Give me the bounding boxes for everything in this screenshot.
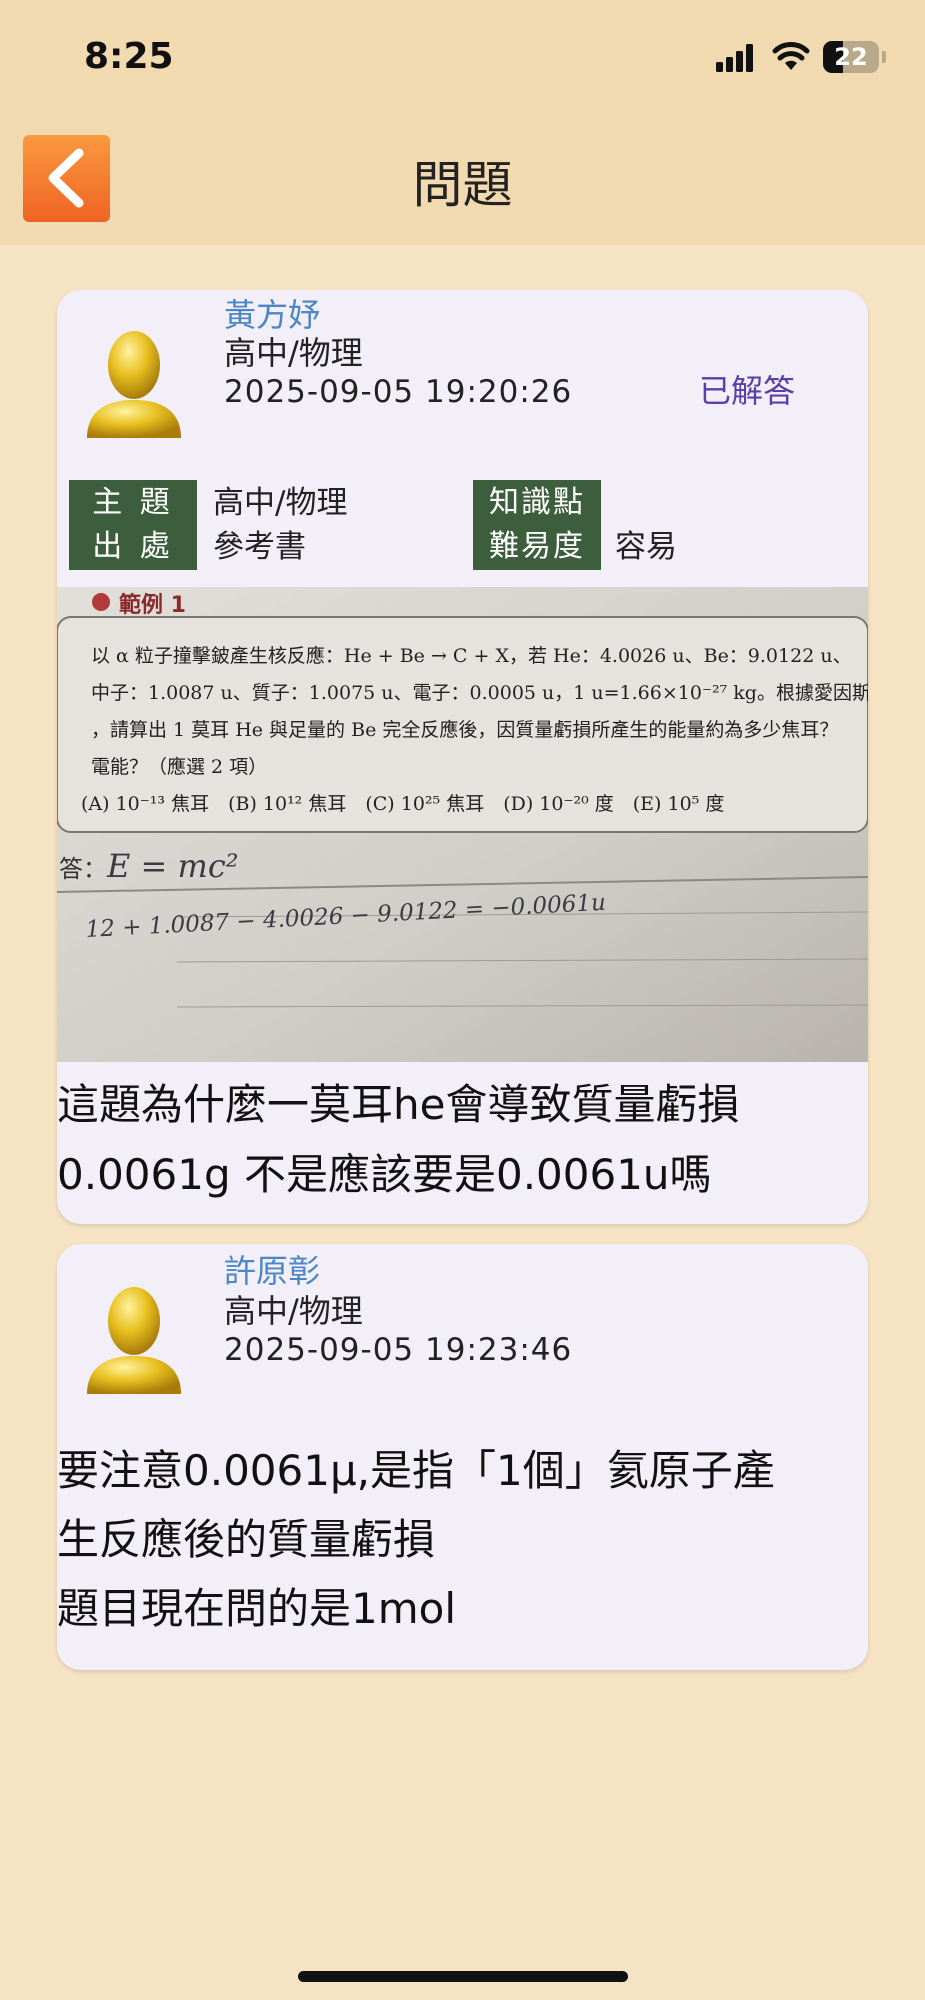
- battery-cap: [882, 51, 886, 63]
- photo-line-3: ，請算出 1 莫耳 He 與足量的 Be 完全反應後，因質量虧損所產生的能量約為…: [91, 719, 839, 741]
- photo-answer-label: 答：: [59, 855, 107, 883]
- photo-line-4: 電能？（應選 2 項）: [91, 756, 268, 778]
- battery-level: 22: [834, 43, 868, 71]
- question-photo[interactable]: 範例 1 以 α 粒子撞擊鈹產生核反應：He + Be → C + X，若 He…: [57, 587, 868, 1062]
- photo-line-2: 中子：1.0087 u、質子：1.0075 u、電子：0.0005 u，1 u=…: [91, 682, 868, 704]
- home-indicator[interactable]: [298, 1971, 628, 1982]
- page-title: 問題: [412, 156, 513, 214]
- source-value: 參考書: [213, 529, 306, 565]
- difficulty-label: 難易度: [473, 524, 601, 570]
- example-badge: 範例 1: [119, 593, 186, 618]
- answered-status-badge: 已解答: [699, 372, 796, 410]
- post-datetime: 2025-09-05 19:20:26: [224, 374, 573, 410]
- source-label: 出 處: [69, 524, 197, 570]
- post-datetime: 2025-09-05 19:23:46: [224, 1332, 573, 1368]
- knowledge-label: 知識點: [473, 480, 601, 526]
- photo-line-1: 以 α 粒子撞擊鈹產生核反應：He + Be → C + X，若 He：4.00…: [91, 645, 852, 667]
- user-avatar-icon: [87, 331, 181, 438]
- answer-card[interactable]: 許原彰 高中/物理 2025-09-05 19:23:46 要注意0.0061μ…: [57, 1244, 868, 1670]
- topic-value: 高中/物理: [213, 485, 348, 521]
- user-avatar-icon: [87, 1287, 181, 1394]
- battery-icon: 22: [823, 41, 879, 73]
- author-subject: 高中/物理: [224, 334, 363, 372]
- difficulty-value: 容易: [615, 529, 677, 565]
- photo-handwriting-1: E = mc²: [107, 847, 239, 885]
- topic-label: 主 題: [69, 480, 197, 526]
- photo-options: (A) 10⁻¹³ 焦耳 (B) 10¹² 焦耳 (C) 10²⁵ 焦耳 (D)…: [81, 793, 725, 815]
- signal-icon: [716, 44, 753, 72]
- answer-text: 要注意0.0061μ,是指「1個」氦原子產 生反應後的質量虧損 題目現在問的是1…: [57, 1446, 775, 1633]
- question-card[interactable]: 黃方妤 高中/物理 2025-09-05 19:20:26 已解答 主 題 出 …: [57, 290, 868, 1224]
- question-text: 這題為什麼一莫耳he會導致質量虧損 0.0061g 不是應該要是0.0061u嗎: [57, 1080, 740, 1199]
- status-time: 8:25: [84, 36, 174, 77]
- wifi-icon: [772, 42, 810, 70]
- author-subject: 高中/物理: [224, 1292, 363, 1330]
